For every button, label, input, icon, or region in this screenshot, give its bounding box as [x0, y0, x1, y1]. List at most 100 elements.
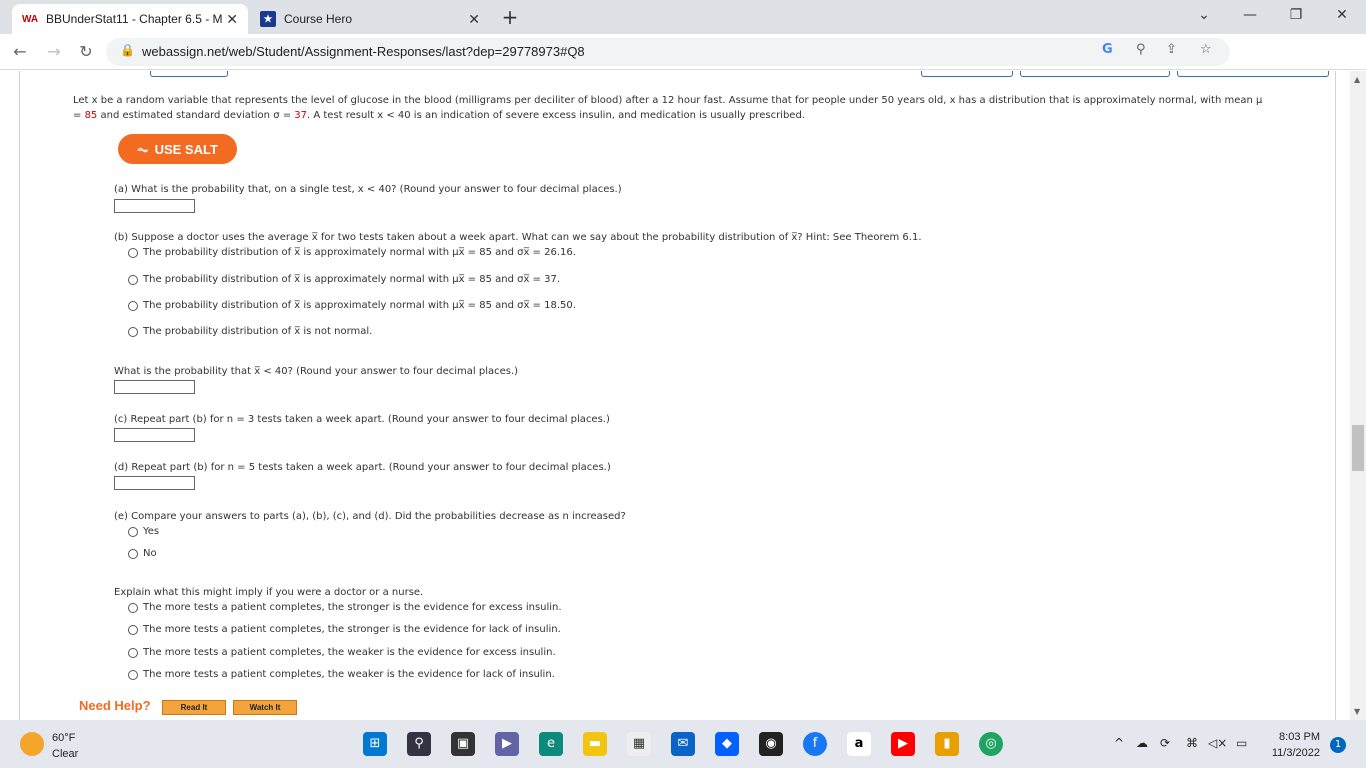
tab-strip: WA BBUnderStat11 - Chapter 6.5 - M ✕ ★ C…	[0, 0, 1366, 34]
part-c-prompt: (c) Repeat part (b) for n = 3 tests take…	[114, 414, 610, 425]
radio-button[interactable]	[128, 669, 138, 680]
mu-value: 85	[84, 110, 98, 121]
radio-button[interactable]	[128, 602, 138, 613]
google-translate-icon[interactable]: G	[1102, 42, 1113, 57]
option-label: The more tests a patient completes, the …	[143, 647, 556, 658]
part-b-option[interactable]: The probability distribution of x̅ is ap…	[128, 247, 576, 258]
edge-icon[interactable]: e	[539, 732, 563, 756]
scroll-up-icon[interactable]: ▲	[1354, 75, 1360, 84]
mail-icon[interactable]: ✉	[671, 732, 695, 756]
network-icon[interactable]: ⟳	[1160, 736, 1170, 750]
cloud-icon[interactable]: ☁	[1136, 736, 1148, 750]
system-clock[interactable]: 8:03 PM 11/3/2022	[1262, 729, 1320, 761]
store-icon[interactable]: ▦	[627, 732, 651, 756]
reload-button[interactable]: ↻	[74, 40, 98, 64]
salt-label: USE SALT	[154, 141, 218, 157]
youtube-icon[interactable]: ▶	[891, 732, 915, 756]
explain-option[interactable]: The more tests a patient completes, the …	[128, 669, 555, 680]
close-window-button[interactable]: ✕	[1320, 0, 1364, 30]
dropbox-icon[interactable]: ◆	[715, 732, 739, 756]
radio-button[interactable]	[128, 526, 138, 537]
option-label: The probability distribution of x̅ is ap…	[143, 247, 576, 258]
scrollbar-thumb[interactable]	[1352, 425, 1364, 471]
radio-button[interactable]	[128, 274, 138, 285]
watch-it-button[interactable]: Watch It	[233, 700, 297, 715]
address-bar[interactable]: 🔒 webassign.net/web/Student/Assignment-R…	[106, 38, 1230, 66]
clock-time: 8:03 PM	[1279, 731, 1320, 743]
volume-muted-icon[interactable]: ◁×	[1208, 736, 1227, 750]
moon-weather-icon[interactable]	[20, 732, 44, 756]
page-content: Let x be a random variable that represen…	[0, 71, 1350, 720]
page-scrollbar[interactable]: ▲ ▼	[1350, 71, 1366, 720]
tab-title: BBUnderStat11 - Chapter 6.5 - M	[46, 12, 223, 26]
part-b-answer-input[interactable]	[114, 380, 195, 394]
part-a-answer-input[interactable]	[114, 199, 195, 213]
battery-icon[interactable]: ▭	[1236, 736, 1247, 750]
part-d-prompt: (d) Repeat part (b) for n = 5 tests take…	[114, 462, 611, 473]
close-tab-icon[interactable]: ✕	[468, 11, 480, 28]
facebook-icon[interactable]: f	[803, 732, 827, 756]
new-tab-button[interactable]: +	[499, 4, 521, 30]
use-salt-button[interactable]: ⏦ USE SALT	[118, 134, 237, 164]
question-intro-line-2: = 85 and estimated standard deviation σ …	[73, 110, 805, 121]
ethernet-icon[interactable]: ⌘	[1186, 736, 1198, 750]
lock-icon[interactable]: 🔒	[120, 43, 135, 57]
forward-button[interactable]: →	[42, 40, 66, 64]
part-b-option[interactable]: The probability distribution of x̅ is no…	[128, 326, 372, 337]
read-it-button[interactable]: Read It	[162, 700, 226, 715]
tab-search-icon[interactable]: ⌄	[1182, 0, 1226, 30]
restore-button[interactable]: ❐	[1274, 0, 1318, 30]
part-b-option[interactable]: The probability distribution of x̅ is ap…	[128, 274, 560, 285]
explain-option[interactable]: The more tests a patient completes, the …	[128, 647, 556, 658]
bookmark-star-icon[interactable]: ☆	[1200, 42, 1212, 57]
webassign-favicon-icon: WA	[21, 13, 39, 25]
top-nav-button[interactable]	[921, 71, 1013, 77]
app-icon[interactable]: ◉	[759, 732, 783, 756]
radio-button[interactable]	[128, 326, 138, 337]
scroll-down-icon[interactable]: ▼	[1354, 707, 1360, 716]
part-e-option-no[interactable]: No	[128, 548, 157, 559]
search-icon[interactable]: ⚲	[407, 732, 431, 756]
explain-option[interactable]: The more tests a patient completes, the …	[128, 624, 561, 635]
url-text[interactable]: webassign.net/web/Student/Assignment-Res…	[142, 44, 585, 59]
radio-button[interactable]	[128, 247, 138, 258]
part-d-answer-input[interactable]	[114, 476, 195, 490]
chrome-icon[interactable]: ◎	[979, 732, 1003, 756]
option-label: The more tests a patient completes, the …	[143, 669, 555, 680]
tab-course-hero[interactable]: ★ Course Hero ✕	[250, 4, 490, 34]
top-nav-button[interactable]	[150, 71, 228, 77]
chevron-up-icon[interactable]: ^	[1114, 736, 1124, 750]
top-nav-button[interactable]	[1020, 71, 1170, 77]
explain-option[interactable]: The more tests a patient completes, the …	[128, 602, 562, 613]
share-icon[interactable]: ⇪	[1166, 42, 1177, 57]
games-icon[interactable]: ▮	[935, 732, 959, 756]
option-label: The more tests a patient completes, the …	[143, 602, 562, 613]
part-c-answer-input[interactable]	[114, 428, 195, 442]
radio-button[interactable]	[128, 647, 138, 658]
radio-button[interactable]	[128, 300, 138, 311]
radio-button[interactable]	[128, 624, 138, 635]
weather-widget[interactable]: 60°F Clear	[52, 730, 78, 762]
windows-start-icon[interactable]: ⊞	[363, 732, 387, 756]
amazon-icon[interactable]: a	[847, 732, 871, 756]
question-intro-line-1: Let x be a random variable that represen…	[73, 95, 1263, 106]
explain-prompt: Explain what this might imply if you wer…	[114, 587, 424, 598]
file-explorer-icon[interactable]: ▬	[583, 732, 607, 756]
part-b-option[interactable]: The probability distribution of x̅ is ap…	[128, 300, 576, 311]
close-tab-icon[interactable]: ✕	[226, 11, 238, 28]
back-button[interactable]: ←	[8, 40, 32, 64]
option-label: The more tests a patient completes, the …	[143, 624, 561, 635]
sigma-value: 37	[294, 110, 307, 121]
top-nav-button[interactable]	[1177, 71, 1329, 77]
task-view-icon[interactable]: ▣	[451, 732, 475, 756]
radio-button[interactable]	[128, 548, 138, 559]
part-e-option-yes[interactable]: Yes	[128, 526, 159, 537]
part-e-prompt: (e) Compare your answers to parts (a), (…	[114, 511, 626, 522]
teams-chat-icon[interactable]: ▶	[495, 732, 519, 756]
minimize-button[interactable]: —	[1228, 0, 1272, 30]
notification-badge[interactable]: 1	[1330, 737, 1346, 753]
tab-webassign[interactable]: WA BBUnderStat11 - Chapter 6.5 - M ✕	[12, 4, 248, 34]
need-help-label: Need Help?	[79, 698, 151, 713]
clock-date: 11/3/2022	[1271, 747, 1320, 759]
zoom-icon[interactable]: ⚲	[1136, 42, 1146, 57]
